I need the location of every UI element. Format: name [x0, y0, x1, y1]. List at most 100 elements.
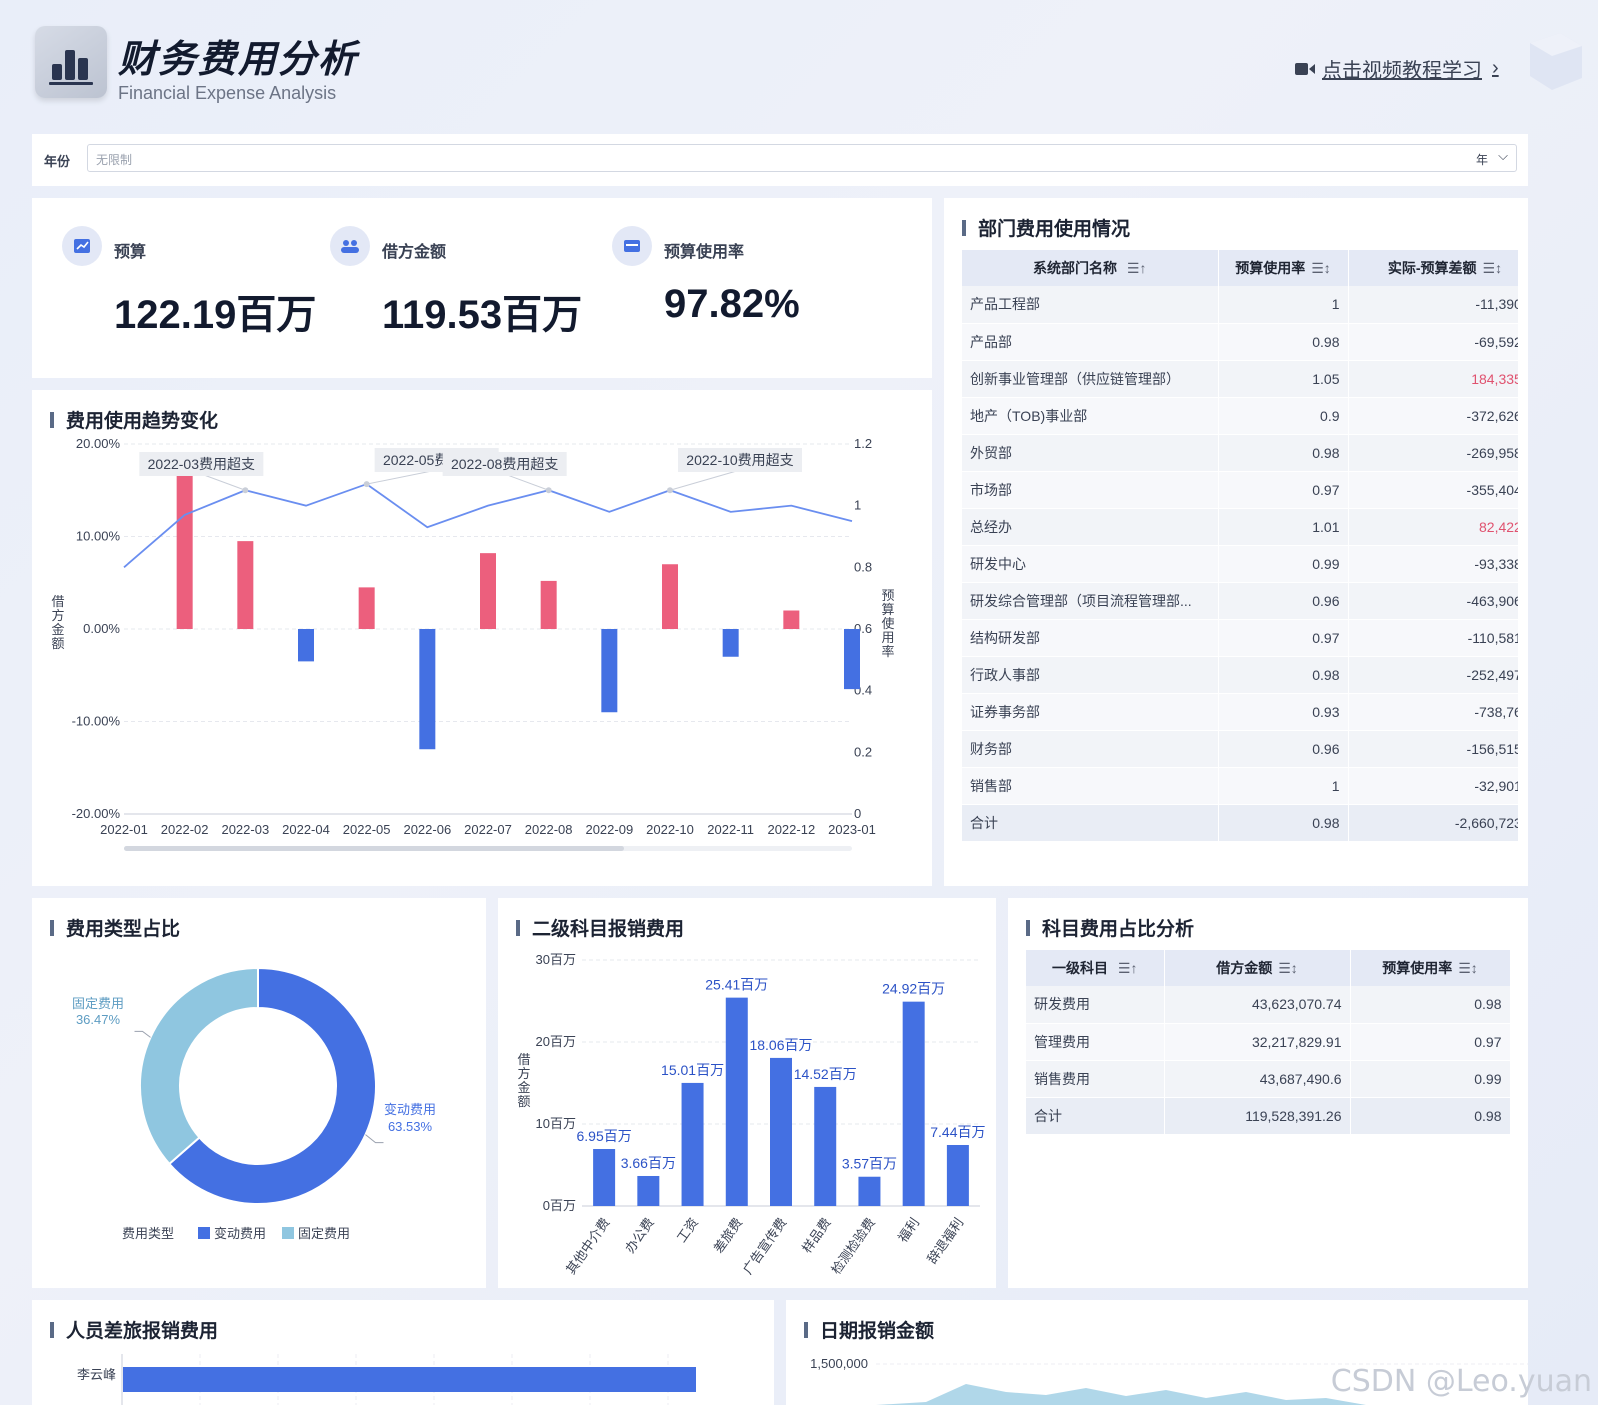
travel-expense-title: 人员差旅报销费用 — [50, 1316, 218, 1343]
x-tick-label: 差旅费 — [711, 1215, 746, 1256]
subject-col-amount[interactable]: 借方金额 ☰↕ — [1164, 950, 1351, 986]
y2-axis-label: 用 — [881, 630, 894, 645]
table-row[interactable]: 财务部 0.96 -156,515.5 — [962, 730, 1518, 768]
dept-diff-cell: -93,338.8 — [1348, 545, 1518, 583]
table-total-row: 合计 0.98 -2,660,723.8 — [962, 804, 1518, 842]
page-title: 财务费用分析 — [118, 39, 359, 81]
dept-col-rate-label: 预算使用率 — [1235, 260, 1306, 276]
dept-rate-cell: 0.98 — [1218, 323, 1349, 361]
subject-bar[interactable] — [946, 1144, 969, 1206]
trend-bar[interactable] — [844, 629, 860, 690]
subject-bar[interactable] — [814, 1086, 837, 1206]
table-row[interactable]: 结构研发部 0.97 -110,581.1 — [962, 619, 1518, 657]
subject-bar-card: 二级科目报销费用 30百万 20百万 10百万 0百万借方金额 6.95百万 其他中介费 3… — [498, 898, 996, 1288]
bar-value-label: 7.44百万 — [930, 1124, 985, 1140]
trend-chart-title: 费用使用趋势变化 — [50, 406, 218, 433]
subject-bar[interactable] — [770, 1057, 792, 1206]
table-row[interactable]: 行政人事部 0.98 -252,497.5 — [962, 656, 1518, 694]
subject-bar[interactable] — [593, 1149, 616, 1206]
label-leader — [134, 1030, 151, 1038]
table-row[interactable]: 地产（TOB)事业部 0.9 -372,626.5 — [962, 397, 1518, 435]
subject-bar[interactable] — [637, 1175, 660, 1206]
travel-bar-chart: 李云峰 — [77, 1354, 696, 1405]
x-tick-label: 2022-09 — [585, 822, 633, 837]
trend-bar[interactable] — [419, 629, 436, 750]
trend-bar[interactable] — [176, 467, 193, 629]
table-row[interactable]: 销售费用 43,687,490.6 0.99 — [1026, 1060, 1511, 1098]
dept-col-rate[interactable]: 预算使用率 ☰↕ — [1218, 250, 1349, 286]
bar-value-label: 24.92百万 — [882, 981, 945, 997]
annotation-point — [667, 487, 673, 494]
table-row[interactable]: 管理费用 32,217,829.91 0.97 — [1026, 1023, 1511, 1061]
dept-diff-cell: -252,497.5 — [1348, 656, 1518, 694]
table-row[interactable]: 产品工程部 1 -11,390.6 — [962, 286, 1518, 324]
subject-col-name[interactable]: 一级科目 ☰↑ — [1026, 950, 1165, 986]
dept-col-name[interactable]: 系统部门名称 ☰↑ — [962, 250, 1219, 286]
year-select[interactable]: 无限制 年 ⌵ — [87, 144, 1517, 172]
bar-value-label: 25.41百万 — [705, 977, 768, 993]
table-row[interactable]: 研发费用 43,623,070.74 0.98 — [1026, 986, 1511, 1024]
x-tick-label: 2022-07 — [464, 822, 512, 837]
legend-label[interactable]: 变动费用 — [214, 1226, 266, 1241]
subject-bar[interactable] — [858, 1176, 881, 1206]
table-row[interactable]: 研发中心 0.99 -93,338.8 — [962, 545, 1518, 583]
bar-value-label: 3.66百万 — [621, 1155, 676, 1171]
annotation-leader — [366, 469, 437, 485]
trend-bar[interactable] — [237, 541, 254, 629]
trend-bar[interactable] — [662, 564, 678, 629]
subject-table-wrapper[interactable]: 一级科目 ☰↑ 借方金额 ☰↕ 预算使用率 ☰↕ 研发费用 43,623,070.7… — [1026, 950, 1511, 1135]
trend-bar[interactable] — [540, 580, 557, 629]
dept-name-cell: 结构研发部 — [962, 619, 1219, 657]
legend-swatch[interactable] — [282, 1227, 294, 1239]
travel-title-text: 人员差旅报销费用 — [66, 1321, 219, 1342]
trend-bar[interactable] — [480, 553, 496, 629]
table-row[interactable]: 外贸部 0.98 -269,958.6 — [962, 434, 1518, 472]
x-tick-label: 2022-02 — [161, 822, 209, 837]
trend-bar[interactable] — [358, 587, 375, 629]
table-row[interactable]: 总经办 1.01 82,422.5 — [962, 508, 1518, 546]
subject-table: 一级科目 ☰↑ 借方金额 ☰↕ 预算使用率 ☰↕ 研发费用 43,623,070.7… — [1026, 950, 1511, 1135]
dept-table-wrapper[interactable]: 系统部门名称 ☰↑ 预算使用率 ☰↕ 实际-预算差额 ☰↕ 产品工程部 1 -11,… — [962, 250, 1518, 842]
subject-bar[interactable] — [902, 1001, 925, 1206]
trend-bar[interactable] — [722, 629, 739, 657]
dept-diff-cell: -355,404.4 — [1348, 471, 1518, 509]
legend-swatch[interactable] — [198, 1227, 210, 1239]
table-row[interactable]: 产品部 0.98 -69,592.1 — [962, 323, 1518, 361]
sort-icon[interactable]: ☰↕ — [1483, 260, 1503, 276]
trend-bar[interactable] — [601, 629, 618, 713]
legend-label[interactable]: 固定费用 — [298, 1226, 350, 1241]
trend-bar[interactable] — [783, 610, 800, 630]
dept-col-diff[interactable]: 实际-预算差额 ☰↕ — [1348, 250, 1518, 286]
travel-bar[interactable] — [123, 1367, 696, 1392]
table-row[interactable]: 市场部 0.97 -355,404.4 — [962, 471, 1518, 509]
y-tick-label: 30百万 — [536, 952, 576, 967]
sort-icon[interactable]: ☰↕ — [1458, 960, 1478, 976]
chart-scrollbar-thumb[interactable] — [124, 846, 624, 851]
table-row[interactable]: 创新事业管理部（供应链管理部） 1.05 184,335.3 — [962, 360, 1518, 398]
dept-rate-cell: 0.9 — [1218, 397, 1349, 435]
sort-icon[interactable]: ☰↑ — [1127, 260, 1147, 276]
table-row[interactable]: 证券事务部 0.93 -738,767. — [962, 693, 1518, 731]
bar-value-label: 15.01百万 — [661, 1062, 724, 1078]
trend-chart-card: 费用使用趋势变化 20.00% 10.00% 0.00% -10.00% -20.00%… — [32, 390, 932, 886]
subject-bar[interactable] — [681, 1082, 704, 1206]
y-tick-label: -20.00% — [72, 806, 121, 821]
kpi-value-usage: 97.82% — [664, 282, 800, 326]
subject-col-amount-label: 借方金额 — [1216, 960, 1273, 976]
dept-col-diff-label: 实际-预算差额 — [1387, 260, 1477, 276]
sort-icon[interactable]: ☰↑ — [1118, 960, 1138, 976]
subject-table-title: 科目费用占比分析 — [1026, 914, 1194, 941]
sort-icon[interactable]: ☰↕ — [1311, 260, 1331, 276]
table-row[interactable]: 销售部 1 -32,901.9 — [962, 767, 1518, 805]
dept-total-name: 合计 — [962, 804, 1219, 842]
table-row[interactable]: 研发综合管理部（项目流程管理部... 0.96 -463,906.4 — [962, 582, 1518, 620]
video-tutorial-link[interactable]: 点击视频教程学习 › — [1294, 54, 1499, 83]
subject-bar[interactable] — [725, 997, 748, 1206]
kpi-label-budget: 预算 — [114, 244, 147, 261]
trend-bar[interactable] — [298, 629, 314, 662]
subject-total-amount: 119,528,391.26 — [1164, 1097, 1351, 1135]
subject-col-rate[interactable]: 预算使用率 ☰↕ — [1350, 950, 1511, 986]
donut-slice[interactable] — [139, 966, 259, 1166]
bar-value-label: 3.57百万 — [842, 1156, 897, 1172]
sort-icon[interactable]: ☰↕ — [1278, 960, 1298, 976]
